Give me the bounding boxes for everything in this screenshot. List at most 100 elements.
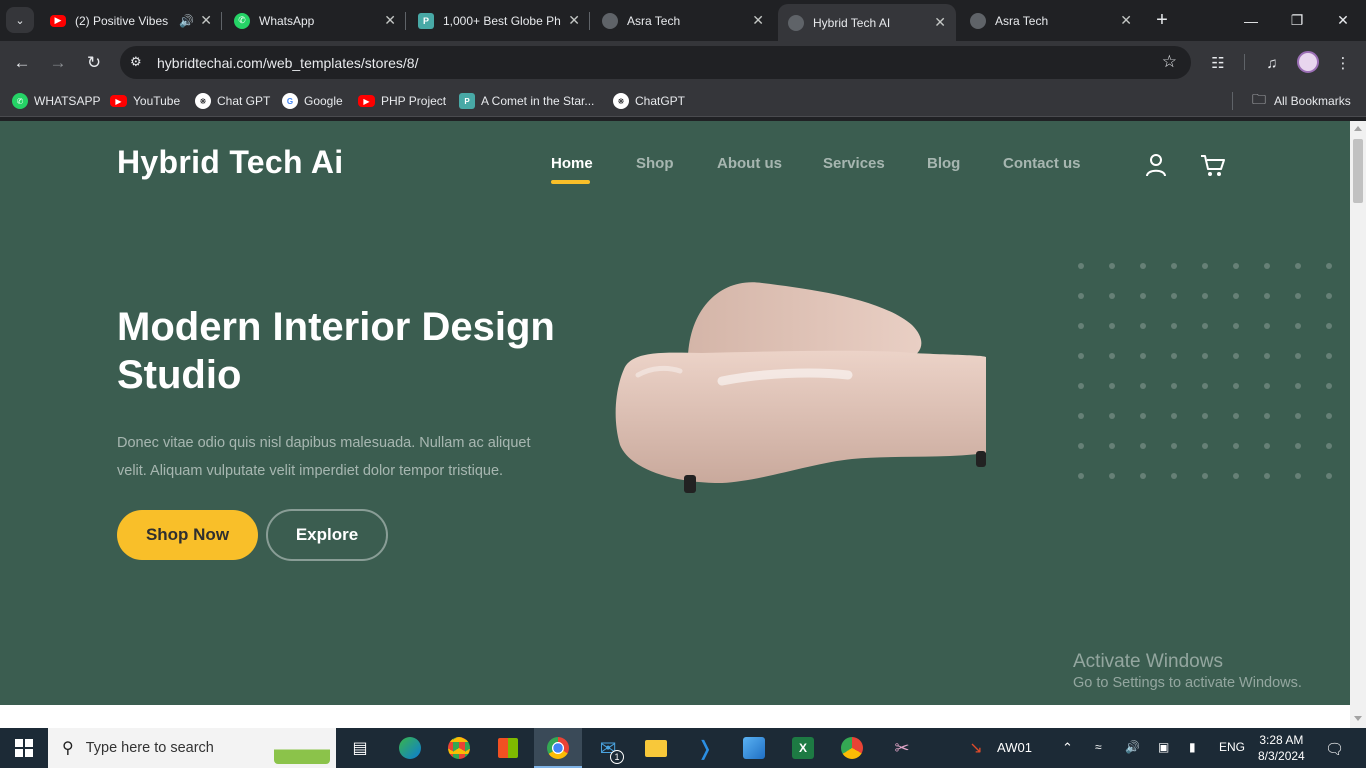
reload-button[interactable]: ↻: [81, 50, 107, 76]
tab-strip: ⌄ ▶ (2) Positive Vibes 🔊 ✕ ✆ WhatsApp ✕ …: [0, 0, 1366, 41]
nav-services[interactable]: Services: [823, 155, 885, 172]
decorative-dot: [1233, 293, 1239, 299]
decorative-dot-grid: [1078, 263, 1332, 479]
restore-button[interactable]: ❐: [1274, 0, 1320, 41]
decorative-dot: [1140, 413, 1146, 419]
search-icon: ⚲: [62, 740, 74, 757]
bookmark-google[interactable]: G Google: [282, 92, 343, 110]
cart-icon[interactable]: [1199, 151, 1227, 179]
wifi-icon[interactable]: ≈: [1095, 740, 1102, 754]
close-icon[interactable]: ✕: [384, 12, 396, 29]
bookmark-youtube[interactable]: ▶ YouTube: [110, 92, 180, 110]
extensions-button[interactable]: ☷: [1205, 50, 1231, 76]
decorative-dot: [1295, 323, 1301, 329]
task-view-button[interactable]: ▤: [346, 734, 374, 762]
bookmark-whatsapp[interactable]: ✆ WHATSAPP: [12, 92, 100, 110]
system-clock[interactable]: 3:28 AM 8/3/2024: [1258, 732, 1305, 764]
bookmark-chatgpt[interactable]: ❋ ChatGPT: [613, 92, 685, 110]
close-icon[interactable]: ✕: [1120, 12, 1132, 29]
decorative-dot: [1264, 383, 1270, 389]
forward-button[interactable]: →: [45, 50, 71, 76]
new-tab-button[interactable]: +: [1150, 8, 1174, 32]
chevron-up-icon[interactable]: ⌃: [1062, 740, 1073, 756]
nav-about-us[interactable]: About us: [717, 155, 782, 172]
all-bookmarks-button[interactable]: 🗀 All Bookmarks: [1252, 91, 1351, 110]
tab-search-button[interactable]: ⌄: [6, 7, 34, 33]
speaker-icon[interactable]: 🔊: [179, 14, 194, 28]
taskbar-vscode[interactable]: ❭: [691, 734, 719, 762]
nav-contact-us[interactable]: Contact us: [1003, 155, 1081, 172]
taskbar-chrome-profile[interactable]: [445, 734, 473, 762]
taskbar-chrome[interactable]: [544, 734, 572, 762]
user-icon[interactable]: [1142, 151, 1170, 179]
shop-now-button[interactable]: Shop Now: [117, 510, 258, 560]
taskbar-excel[interactable]: X: [789, 734, 817, 762]
decorative-dot: [1233, 323, 1239, 329]
tab-hybrid-tech-ai[interactable]: Hybrid Tech AI ✕: [778, 4, 956, 41]
store-icon: [498, 738, 518, 758]
menu-button[interactable]: ⋮: [1330, 50, 1356, 76]
site-settings-icon[interactable]: ⚙: [130, 54, 146, 70]
tab-asra-tech-2[interactable]: Asra Tech ✕: [960, 0, 1142, 41]
taskbar-search[interactable]: ⚲ Type here to search: [48, 728, 336, 768]
taskbar-snipping[interactable]: ✂: [888, 734, 916, 762]
bookmark-php-project[interactable]: ▶ PHP Project: [358, 92, 446, 110]
taskbar-edge[interactable]: [396, 734, 424, 762]
bookmark-comet[interactable]: P A Comet in the Star...: [459, 92, 594, 110]
nav-active-indicator: [551, 180, 590, 184]
bookmark-chat-gpt[interactable]: ❋ Chat GPT: [195, 92, 270, 110]
close-icon[interactable]: ✕: [752, 12, 764, 29]
taskbar-chrome-2[interactable]: [838, 734, 866, 762]
taskbar-store[interactable]: [494, 734, 522, 762]
nav-blog[interactable]: Blog: [927, 155, 960, 172]
taskbar-file-explorer[interactable]: [642, 734, 670, 762]
network-icon[interactable]: ▣: [1158, 740, 1169, 754]
sofa-image: [615, 282, 986, 493]
language-indicator[interactable]: ENG: [1219, 740, 1245, 754]
decorative-dot: [1202, 263, 1208, 269]
decorative-dot: [1109, 413, 1115, 419]
decorative-dot: [1233, 263, 1239, 269]
decorative-dot: [1140, 263, 1146, 269]
address-bar[interactable]: ⚙ hybridtechai.com/web_templates/stores/…: [120, 46, 1191, 79]
profile-avatar[interactable]: [1297, 51, 1319, 73]
scroll-up-icon[interactable]: [1354, 126, 1362, 131]
star-icon[interactable]: ☆: [1162, 52, 1177, 72]
page-scrollbar[interactable]: [1350, 121, 1366, 728]
nav-home[interactable]: Home: [551, 155, 593, 172]
tab-positive-vibes[interactable]: ▶ (2) Positive Vibes 🔊 ✕: [40, 0, 222, 41]
battery-icon[interactable]: ▮: [1189, 740, 1196, 754]
decorative-dot: [1171, 443, 1177, 449]
close-icon[interactable]: ✕: [568, 12, 580, 29]
tray-app-icon[interactable]: ↘: [962, 734, 990, 762]
notification-icon[interactable]: 🗨: [1325, 740, 1344, 758]
chrome-icon: [448, 737, 470, 759]
decorative-dot: [1295, 473, 1301, 479]
scroll-down-icon[interactable]: [1354, 716, 1362, 721]
decorative-dot: [1078, 443, 1084, 449]
tab-globe-photos[interactable]: P 1,000+ Best Globe Ph ✕: [408, 0, 590, 41]
kebab-menu-icon: ⋮: [1335, 55, 1351, 72]
nav-shop[interactable]: Shop: [636, 155, 674, 172]
taskbar-mail[interactable]: ✉ 1: [594, 734, 624, 764]
close-window-button[interactable]: ✕: [1320, 0, 1366, 41]
decorative-dot: [1295, 383, 1301, 389]
close-icon[interactable]: ✕: [200, 12, 212, 29]
close-icon[interactable]: ✕: [934, 14, 946, 31]
explore-button[interactable]: Explore: [266, 509, 388, 561]
media-controls-button[interactable]: ♫: [1259, 50, 1285, 76]
back-button[interactable]: ←: [9, 50, 35, 76]
snipping-icon: ✂: [894, 737, 910, 758]
tab-whatsapp[interactable]: ✆ WhatsApp ✕: [224, 0, 406, 41]
hero-title: Modern Interior Design Studio: [117, 305, 555, 397]
tab-asra-tech[interactable]: Asra Tech ✕: [592, 0, 774, 41]
scrollbar-thumb[interactable]: [1353, 139, 1363, 203]
site-logo[interactable]: Hybrid Tech Ai: [117, 144, 343, 181]
chevron-down-icon: ⌄: [15, 14, 25, 27]
volume-icon[interactable]: 🔊: [1125, 740, 1140, 754]
start-button[interactable]: [0, 728, 48, 768]
url-text[interactable]: hybridtechai.com/web_templates/stores/8/: [157, 55, 418, 71]
arrow-left-icon: ←: [13, 53, 31, 72]
minimize-button[interactable]: —: [1228, 0, 1274, 41]
taskbar-photos[interactable]: [740, 734, 768, 762]
